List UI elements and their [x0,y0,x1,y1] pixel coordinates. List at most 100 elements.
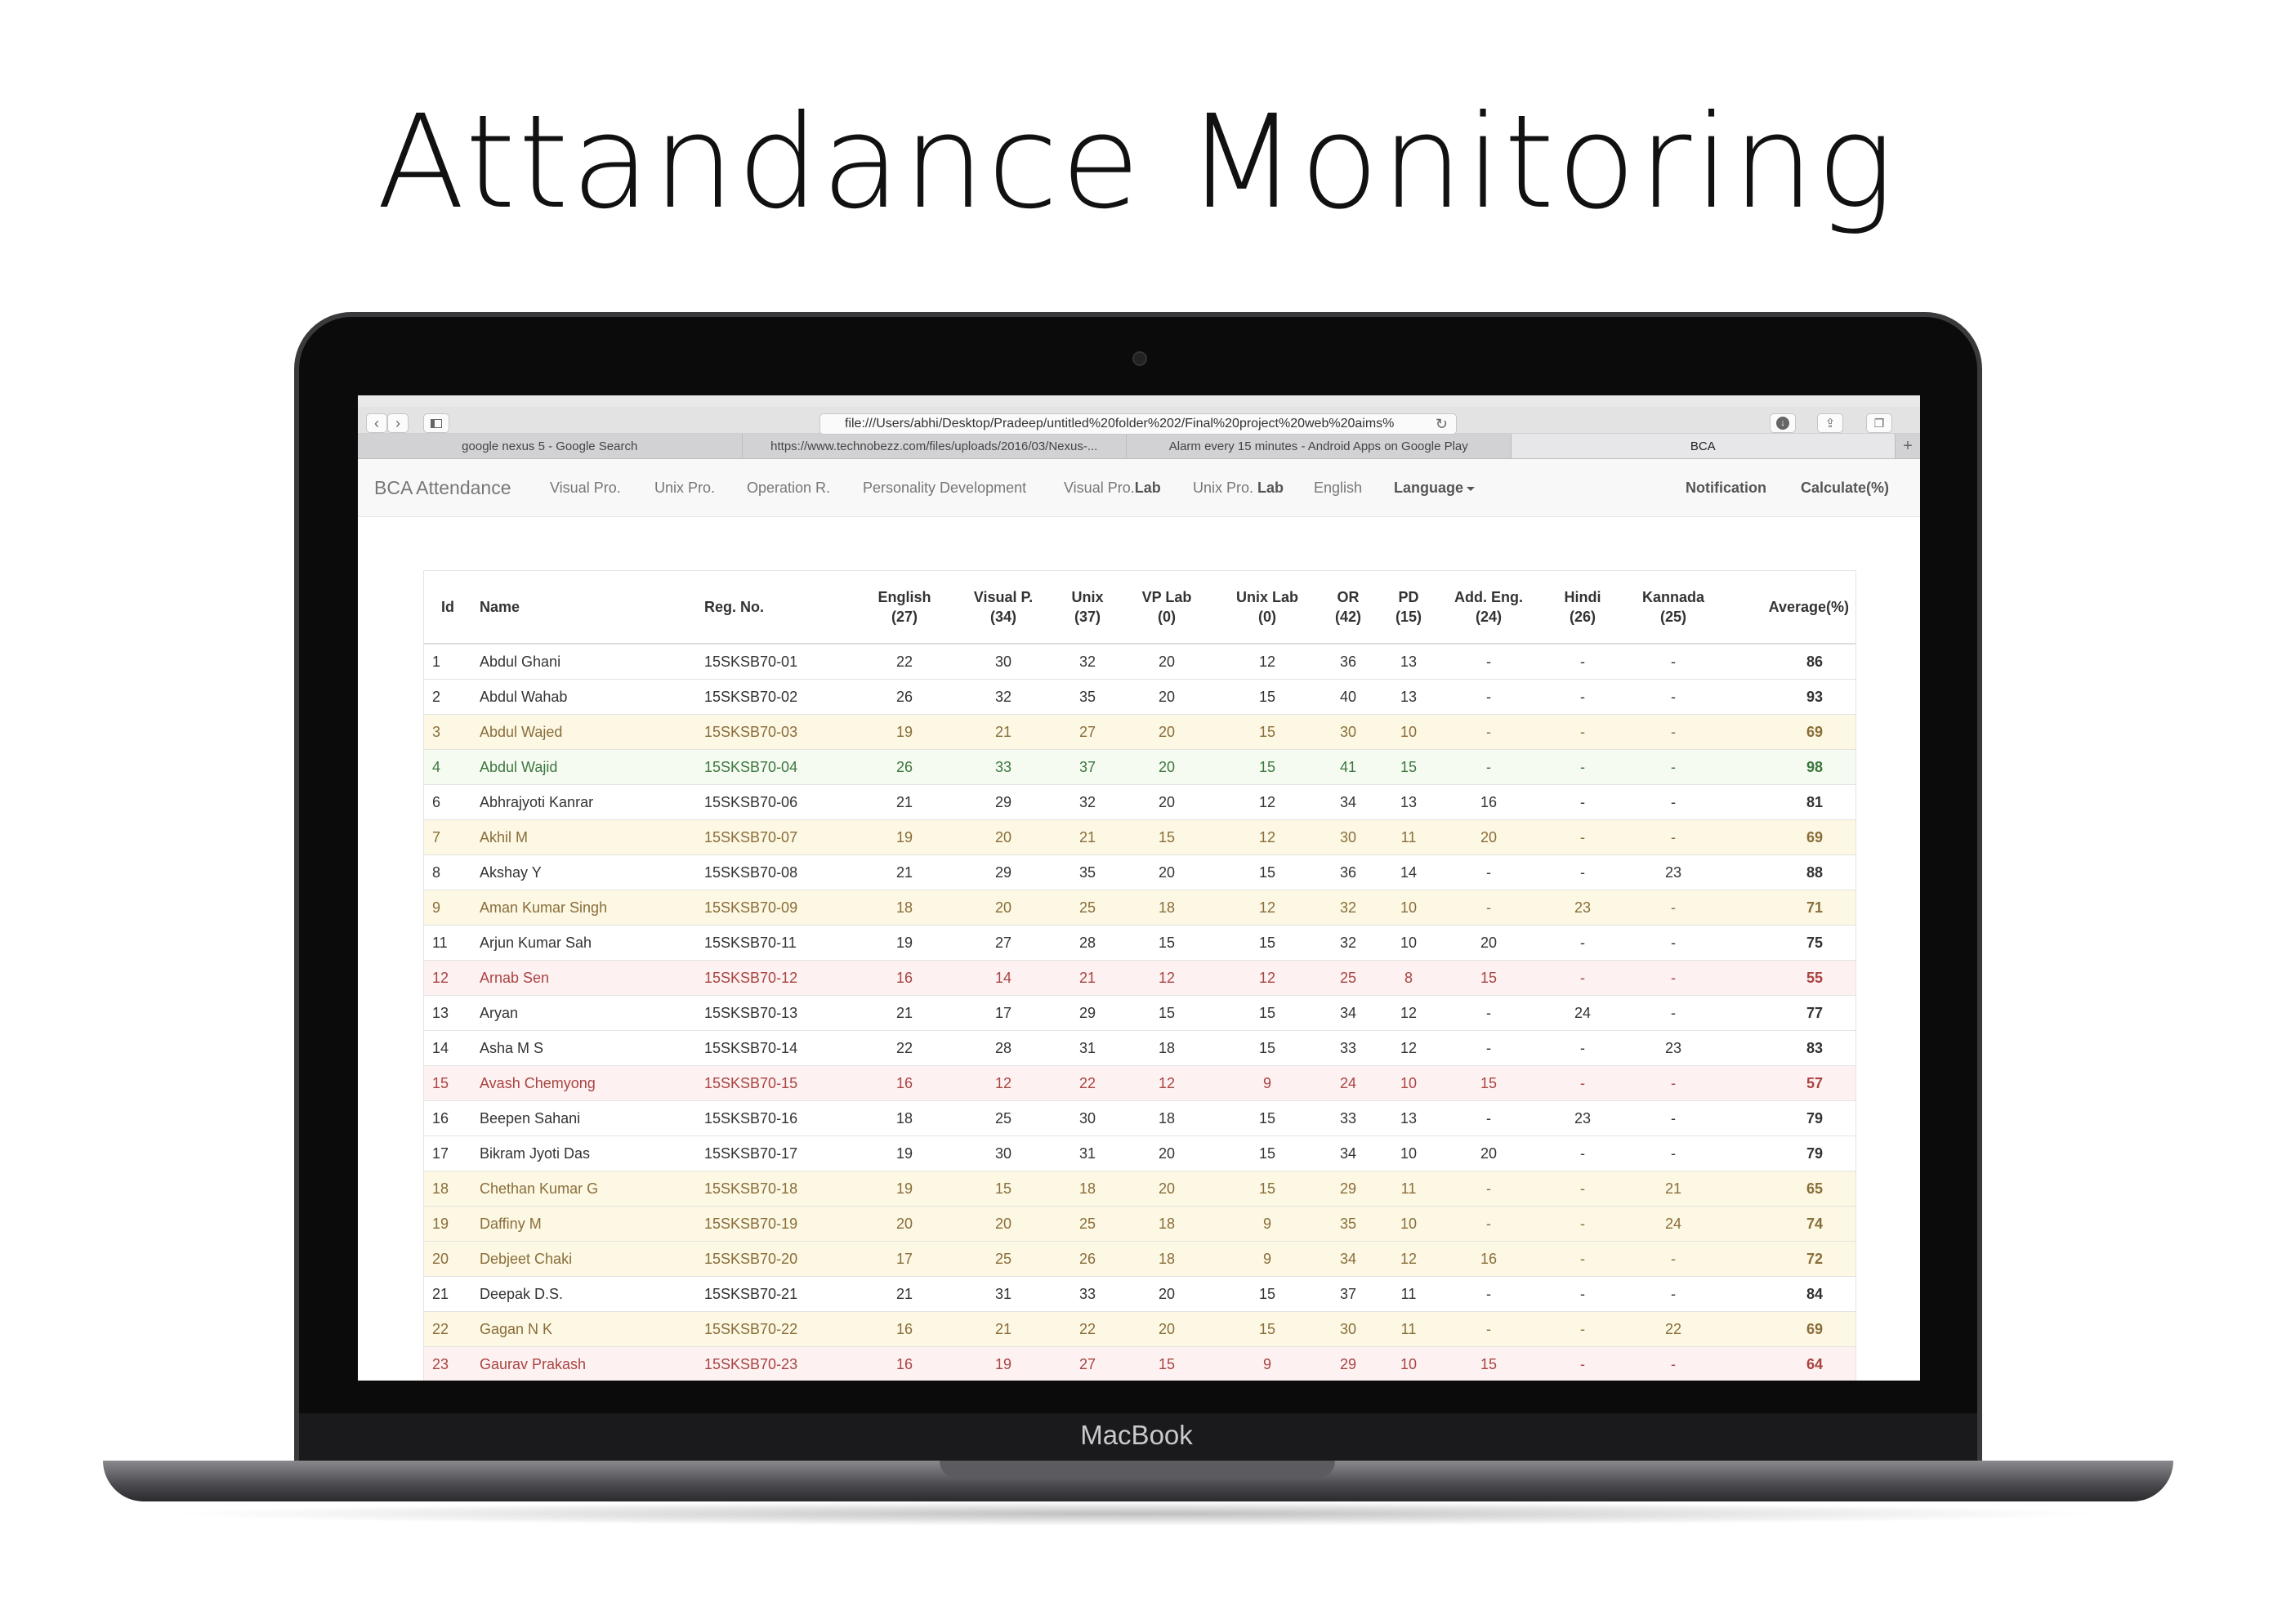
table-cell: 20 [1118,854,1216,890]
table-cell: Gaurav Prakash [471,1346,696,1381]
column-header[interactable]: Unix Lab (0) [1216,571,1319,645]
table-cell: 22 [860,643,949,680]
table-cell: 15 [1118,995,1216,1031]
column-header[interactable]: VP Lab (0) [1118,571,1216,645]
table-cell: 65 [1719,1171,1855,1207]
table-cell: 31 [1057,1135,1118,1171]
nav-english[interactable]: English [1314,459,1362,516]
column-header[interactable]: PD (15) [1378,571,1440,645]
table-cell: 64 [1719,1346,1855,1381]
table-cell: Abdul Wajed [471,714,696,750]
column-header[interactable]: Reg. No. [696,571,860,645]
column-header[interactable]: Kannada (25) [1628,571,1719,645]
nav-visual-pro[interactable]: Visual Pro. [550,459,621,516]
table-cell: 24 [1628,1206,1719,1242]
share-button[interactable]: ⇪ [1817,413,1843,433]
column-header-total: (15) [1395,609,1422,625]
table-cell: 11 [1378,819,1440,855]
column-header[interactable]: Hindi (26) [1538,571,1628,645]
nav-operation-r[interactable]: Operation R. [747,459,830,516]
table-cell: 15 [1216,1100,1319,1136]
column-header[interactable]: Id [424,571,471,645]
table-cell: 34 [1319,1241,1378,1277]
table-cell: 21 [1057,960,1118,996]
table-cell: 33 [949,749,1057,785]
table-cell: 29 [949,854,1057,890]
column-header[interactable]: Name [471,571,696,645]
table-cell: 13 [1378,784,1440,820]
nav-calculate[interactable]: Calculate(%) [1801,459,1889,516]
column-header-total: (34) [989,609,1016,625]
table-cell: 30 [1319,714,1378,750]
sidebar-icon [431,418,442,428]
table-cell: - [1440,749,1538,785]
nav-personality-development[interactable]: Personality Development [863,459,1026,516]
nav-visual-pro-lab[interactable]: Visual Pro.Lab [1064,459,1161,516]
column-header[interactable]: English (27) [860,571,949,645]
table-cell: 10 [1378,1065,1440,1101]
table-cell: Abdul Wahab [471,679,696,715]
address-bar[interactable]: file:///Users/abhi/Desktop/Pradeep/untit… [819,413,1457,435]
column-header[interactable]: OR (42) [1319,571,1378,645]
table-cell: 12 [1118,960,1216,996]
table-row: 16 Beepen Sahani 15SKSB70-16 18 25 30 18 15 33 13… [424,1100,1855,1136]
tab-alarm-app[interactable]: Alarm every 15 minutes - Android Apps on… [1127,434,1512,458]
table-cell: 18 [1118,1241,1216,1277]
forward-button[interactable]: › [387,413,409,433]
table-cell: Abdul Ghani [471,643,696,680]
nav-unix-pro[interactable]: Unix Pro. [654,459,715,516]
table-cell: 55 [1719,960,1855,996]
table-cell: 93 [1719,679,1855,715]
table-cell: 27 [949,925,1057,961]
table-cell: 20 [1118,643,1216,680]
tabs-overview-button[interactable]: ❐ [1866,413,1892,433]
nav-notification[interactable]: Notification [1686,459,1766,516]
navbar-brand[interactable]: BCA Attendance [374,459,511,516]
table-cell: 15 [1216,854,1319,890]
table-cell: 15SKSB70-02 [696,679,860,715]
new-tab-button[interactable]: + [1896,434,1920,458]
table-cell: 29 [1057,995,1118,1031]
table-cell: 16 [424,1100,471,1136]
nav-unix-pro-lab[interactable]: Unix Pro. Lab [1193,459,1284,516]
table-cell: 18 [1118,1100,1216,1136]
table-cell: 41 [1319,749,1378,785]
column-header[interactable]: Average(%) [1719,571,1855,645]
tab-technobezz[interactable]: https://www.technobezz.com/files/uploads… [743,434,1127,458]
table-cell: Debjeet Chaki [471,1241,696,1277]
table-cell: 27 [1057,714,1118,750]
chevron-right-icon: › [395,414,400,431]
column-header-total: (24) [1475,609,1502,625]
table-cell: 16 [860,1346,949,1381]
table-cell: 19 [860,714,949,750]
tab-google-search[interactable]: google nexus 5 - Google Search [358,434,743,458]
table-cell: 23 [424,1346,471,1381]
table-cell: - [1440,714,1538,750]
table-cell: Abhrajyoti Kanrar [471,784,696,820]
table-cell: 32 [1319,890,1378,926]
table-cell: 15 [1440,1065,1538,1101]
table-cell: 12 [1216,784,1319,820]
table-cell: 75 [1719,925,1855,961]
downloads-button[interactable]: ↓ [1770,413,1796,433]
table-cell: 18 [1118,890,1216,926]
table-cell: 15SKSB70-06 [696,784,860,820]
browser-toolbar: ‹ › file:///Users/abhi/Desktop/Pradeep/u… [358,407,1920,435]
sidebar-button[interactable] [423,413,449,433]
table-cell: 10 [1378,1346,1440,1381]
table-cell: 12 [424,960,471,996]
table-cell: 84 [1719,1276,1855,1312]
table-cell: 69 [1719,819,1855,855]
language-dropdown[interactable]: Language [1394,459,1476,516]
tab-bca[interactable]: BCA [1511,434,1896,458]
table-cell: - [1628,679,1719,715]
column-header[interactable]: Add. Eng. (24) [1440,571,1538,645]
column-header[interactable]: Visual P. (34) [949,571,1057,645]
back-button[interactable]: ‹ [366,413,387,433]
reload-icon[interactable]: ↻ [1436,416,1448,433]
column-header[interactable]: Unix (37) [1057,571,1118,645]
column-header-label: VP Lab [1141,588,1192,605]
table-cell: - [1440,1171,1538,1207]
column-header-label: Unix [1071,588,1104,605]
table-cell: 30 [1319,819,1378,855]
